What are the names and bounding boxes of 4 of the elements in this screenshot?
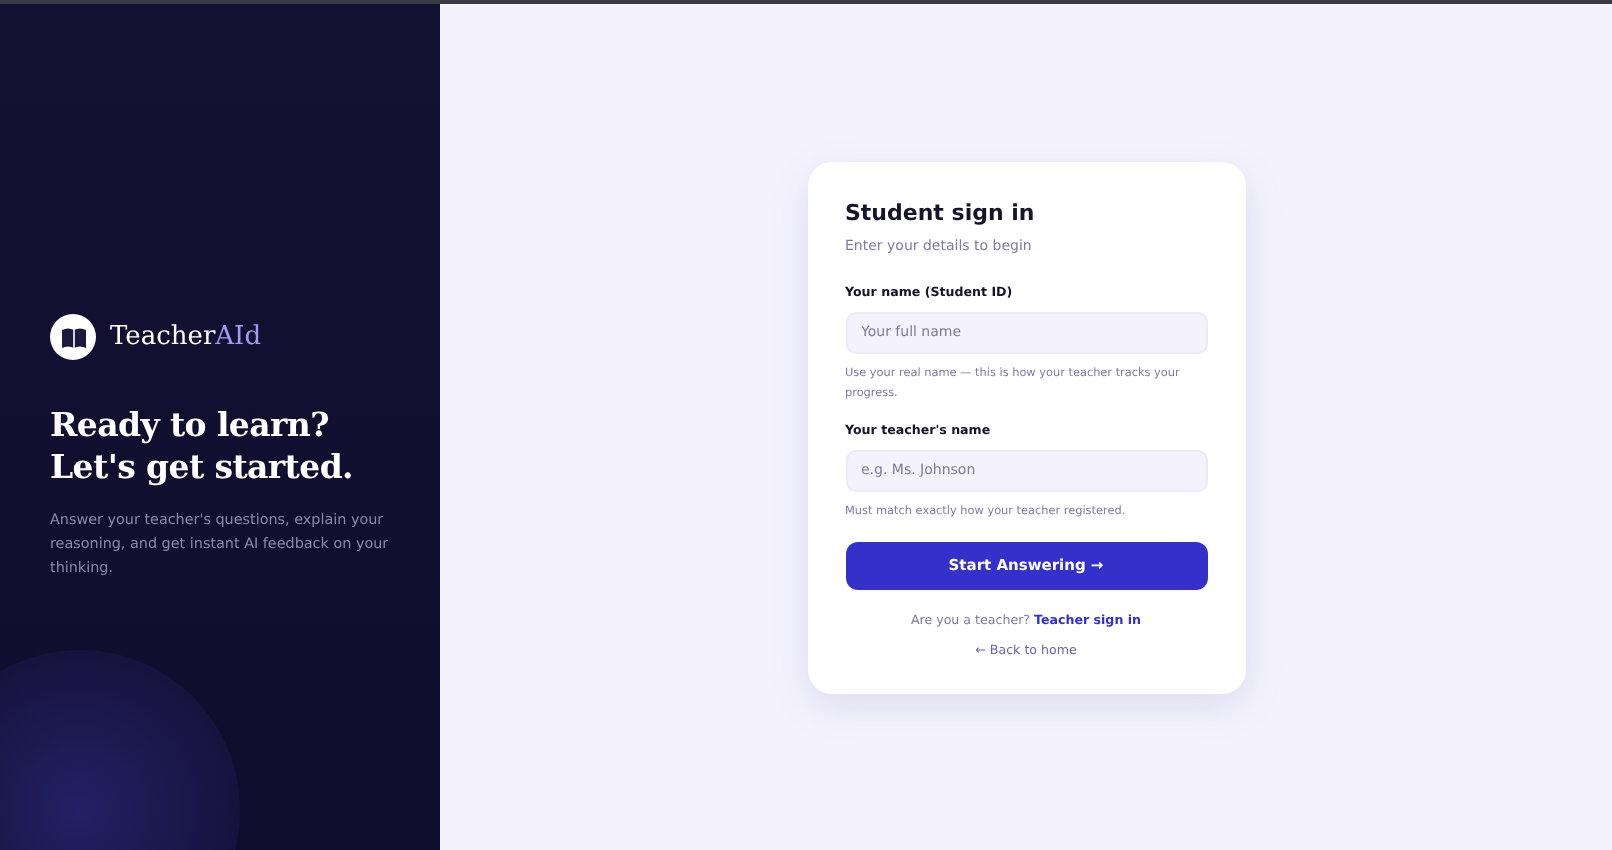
headline: Ready to learn? Let's get started. — [50, 404, 356, 488]
brand-name: TeacherAId — [110, 322, 262, 352]
book-logo-icon — [50, 314, 96, 360]
card-title: Student sign in — [845, 199, 1037, 225]
